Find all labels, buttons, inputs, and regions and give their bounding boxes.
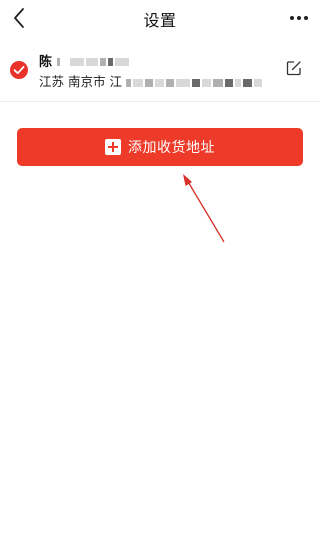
add-address-label: 添加收货地址: [128, 140, 215, 156]
blurred-text: [56, 55, 131, 70]
add-address-button[interactable]: 添加收货地址: [17, 128, 303, 166]
address-line: 江苏 南京市 江: [39, 71, 264, 90]
address-region-text: 江苏 南京市 江: [39, 74, 122, 89]
check-circle-icon[interactable]: [10, 61, 28, 79]
plus-square-icon: [105, 139, 121, 155]
top-nav-bar: 设置: [0, 0, 320, 38]
address-item[interactable]: 陈 江苏 南京市 江: [0, 44, 320, 102]
recipient-name: 陈: [39, 51, 131, 70]
recipient-name-text: 陈: [39, 55, 53, 70]
edit-icon[interactable]: [286, 60, 302, 76]
blurred-text: [125, 75, 264, 90]
more-dots-icon[interactable]: [288, 8, 310, 28]
page-title: 设置: [143, 11, 177, 30]
